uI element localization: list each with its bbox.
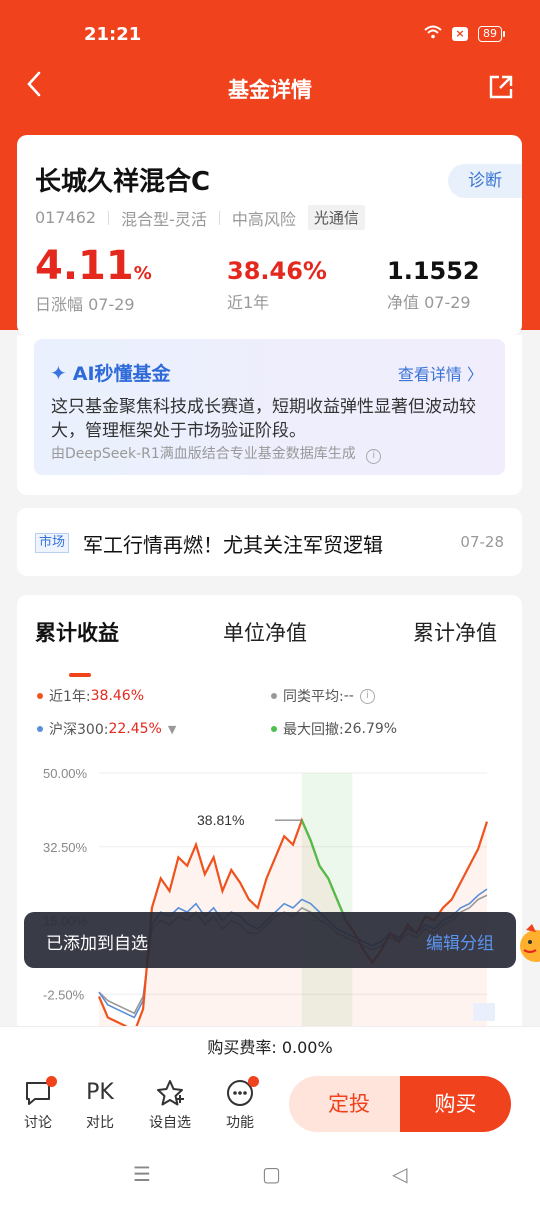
year-return-label: 近1年 xyxy=(227,293,270,312)
pk-icon: PK xyxy=(86,1080,114,1105)
auto-invest-button[interactable]: 定投 xyxy=(289,1076,409,1132)
nav-stat: 1.1552 净值 07-29 xyxy=(387,257,480,313)
year-return-stat: 38.46% 近1年 xyxy=(227,257,327,313)
fund-summary-card: 长城久祥混合C 诊断 017462 混合型-灵活 中高风险 光通信 4.11% … xyxy=(17,135,522,335)
status-time: 21:21 xyxy=(84,24,142,45)
performance-chart[interactable]: 50.00%32.50%15.00%-2.50%38.81%-11.48% xyxy=(17,755,522,1027)
performance-chart-card: 累计收益 单位净值 累计净值 近1年: 38.46% 同类平均: -- i 沪深… xyxy=(17,595,522,1065)
y-tick-label: -2.50% xyxy=(43,987,85,1002)
legend-fund: 近1年: 38.46% xyxy=(37,686,144,706)
legend-peer-label: 同类平均: xyxy=(283,689,344,705)
legend-fund-value: 38.46% xyxy=(90,688,145,704)
buy-button[interactable]: 购买 xyxy=(400,1076,511,1132)
legend-fund-label: 近1年: xyxy=(49,689,91,705)
notification-badge xyxy=(248,1076,259,1087)
ai-summary-box[interactable]: ✦ AI秒懂基金 查看详情 〉 这只基金聚焦科技成长赛道，短期收益弹性显著但波动… xyxy=(34,339,505,475)
page-title: 基金详情 xyxy=(228,78,312,102)
ai-footer: 由DeepSeek-R1满血版结合专业基金数据库生成 xyxy=(51,446,356,462)
fund-theme-tag[interactable]: 光通信 xyxy=(307,205,365,230)
y-tick-label: 50.00% xyxy=(43,766,88,781)
system-nav-bar: ☰ ▢ ◁ xyxy=(0,1140,540,1206)
tab-cumulative-nav[interactable]: 累计净值 xyxy=(413,617,497,647)
share-icon[interactable] xyxy=(488,74,514,100)
nav-bar: 基金详情 xyxy=(0,64,540,112)
status-bar: 21:21 × 89 xyxy=(0,0,540,64)
tab-cumulative-return[interactable]: 累计收益 xyxy=(35,617,119,647)
news-item[interactable]: 市场 军工行情再燃！尤其关注军贸逻辑 07-28 xyxy=(17,508,522,576)
bottom-action-bar: 讨论 PK 对比 设自选 功能 定投 购买 xyxy=(0,1068,540,1140)
compare-label: 对比 xyxy=(86,1115,114,1131)
toast-message: 已添加到自选 xyxy=(46,934,148,954)
y-tick-label: 32.50% xyxy=(43,840,88,855)
add-watchlist-button[interactable]: 设自选 xyxy=(145,1078,195,1132)
fund-type: 混合型-灵活 xyxy=(121,209,207,229)
ai-more-link[interactable]: 查看详情 〉 xyxy=(398,361,483,385)
tab-unit-nav[interactable]: 单位净值 xyxy=(223,617,307,647)
legend-dot xyxy=(37,693,43,699)
legend-dot xyxy=(271,726,277,732)
daily-change-stat: 4.11% 日涨幅 07-29 xyxy=(35,243,152,315)
legend-index[interactable]: 沪深300: 22.45% ▼ xyxy=(37,719,176,739)
ai-title: AI秒懂基金 xyxy=(72,363,171,385)
divider xyxy=(108,210,110,225)
legend-dot xyxy=(37,726,43,732)
home-icon[interactable]: ▢ xyxy=(262,1162,281,1186)
function-button[interactable]: 功能 xyxy=(215,1076,265,1132)
legend-drawdown: 最大回撤: 26.79% xyxy=(271,719,397,739)
mascot-icon[interactable] xyxy=(514,920,540,968)
star-plus-icon xyxy=(157,1080,184,1106)
diagnose-button[interactable]: 诊断 xyxy=(448,164,522,198)
legend-drawdown-value: 26.79% xyxy=(343,721,398,737)
legend-index-value: 22.45% xyxy=(108,721,162,737)
function-label: 功能 xyxy=(226,1115,254,1131)
legend-drawdown-label: 最大回撤: xyxy=(283,722,344,738)
tab-indicator xyxy=(69,673,91,677)
watchlist-label: 设自选 xyxy=(149,1115,191,1131)
edit-group-link[interactable]: 编辑分组 xyxy=(426,929,494,954)
news-date: 07-28 xyxy=(460,533,504,551)
daily-change-value: 4.11 xyxy=(35,243,134,289)
info-icon[interactable]: i xyxy=(366,449,382,464)
expand-icon xyxy=(473,1003,495,1021)
notification-badge xyxy=(46,1076,57,1087)
divider xyxy=(218,210,220,225)
news-tag: 市场 xyxy=(35,533,70,553)
fund-code: 017462 xyxy=(35,208,97,227)
caret-down-icon: ▼ xyxy=(167,722,177,736)
fund-meta: 017462 混合型-灵活 中高风险 光通信 xyxy=(35,205,365,230)
daily-change-unit: % xyxy=(133,263,152,284)
discuss-button[interactable]: 讨论 xyxy=(13,1076,63,1132)
legend-peer-value: -- xyxy=(343,688,354,704)
sparkle-icon: ✦ xyxy=(50,360,67,385)
battery-icon: 89 xyxy=(478,25,505,42)
nav-value: 1.1552 xyxy=(387,257,480,285)
fund-name: 长城久祥混合C xyxy=(35,167,211,197)
wifi-icon xyxy=(424,24,442,43)
fund-risk: 中高风险 xyxy=(231,209,296,229)
nav-label: 净值 07-29 xyxy=(387,293,471,312)
toast: 已添加到自选 编辑分组 xyxy=(24,912,516,968)
ai-summary-card: ✦ AI秒懂基金 查看详情 〉 这只基金聚焦科技成长赛道，短期收益弹性显著但波动… xyxy=(17,335,522,495)
compare-button[interactable]: PK 对比 xyxy=(75,1078,125,1132)
ai-summary-text: 这只基金聚焦科技成长赛道，短期收益弹性显著但波动较大，管理框架处于市场验证阶段。 xyxy=(51,397,476,441)
legend-dot xyxy=(271,693,277,699)
purchase-fee: 购买费率: 0.00% xyxy=(0,1026,540,1068)
menu-icon[interactable]: ☰ xyxy=(133,1162,151,1186)
discuss-label: 讨论 xyxy=(24,1115,52,1131)
notification-icon: × xyxy=(452,26,468,41)
news-headline: 军工行情再燃！尤其关注军贸逻辑 xyxy=(83,533,383,557)
chart-tabs: 累计收益 单位净值 累计净值 xyxy=(17,617,522,677)
legend-index-label: 沪深300: xyxy=(49,722,109,738)
year-return-value: 38.46% xyxy=(227,257,327,285)
legend-peer: 同类平均: -- i xyxy=(271,686,375,706)
daily-change-label: 日涨幅 07-29 xyxy=(35,295,135,314)
max-label: 38.81% xyxy=(197,812,244,828)
back-triangle-icon[interactable]: ◁ xyxy=(392,1162,407,1186)
info-icon[interactable]: i xyxy=(359,688,375,704)
